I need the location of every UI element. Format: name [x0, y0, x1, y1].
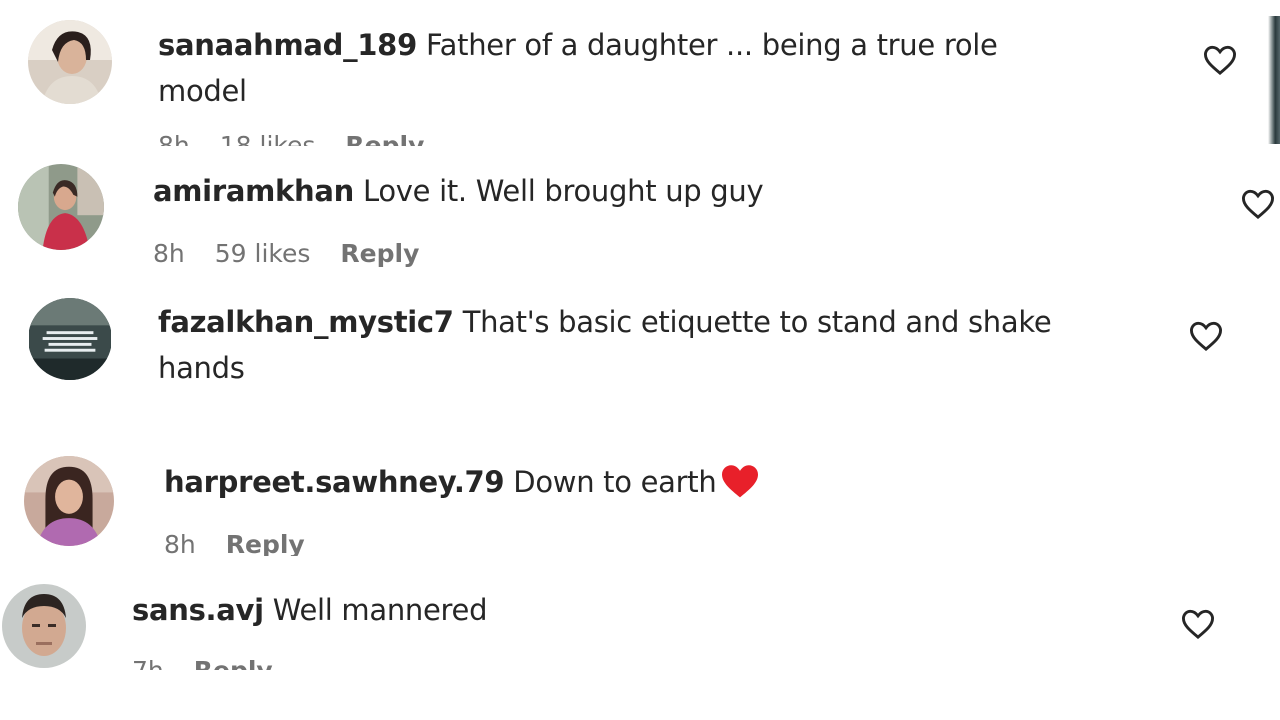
avatar[interactable] [28, 298, 112, 380]
comment-text-line: fazalkhan_mystic7 That's basic etiquette … [158, 299, 1052, 345]
heart-outline-icon[interactable] [1202, 44, 1238, 76]
reply-button[interactable]: Reply [194, 656, 273, 670]
comment-text: Love it. Well brought up guy [362, 174, 764, 208]
avatar[interactable] [2, 584, 86, 668]
comment-text: That's basic etiquette to stand and shak… [462, 305, 1052, 339]
username-link[interactable]: sans.avj [132, 593, 264, 627]
comment-meta: 8h 18 likes Reply [158, 131, 454, 146]
profile-photo-woman-icon [28, 20, 112, 104]
heart-outline-icon[interactable] [1188, 320, 1224, 352]
username-link[interactable]: amiramkhan [153, 174, 354, 208]
comment-likes[interactable]: 18 likes [220, 131, 316, 146]
heart-outline-icon[interactable] [1240, 188, 1276, 220]
scrollbar[interactable] [1268, 16, 1280, 144]
reply-button[interactable]: Reply [340, 239, 419, 268]
comment-text-line: sans.avj Well mannered [132, 587, 488, 633]
comment-meta: 8h Reply [164, 530, 335, 556]
comment-item-harpreet: harpreet.sawhney.79 Down to earth 8h Reply [0, 446, 1280, 556]
heart-outline-icon[interactable] [1180, 608, 1216, 640]
comment-item-fazalkhan: fazalkhan_mystic7 That's basic etiquette … [0, 284, 1280, 424]
comment-text: model [158, 74, 247, 108]
comment-time: 8h [153, 239, 185, 268]
comment-text-line: harpreet.sawhney.79 Down to earth [164, 459, 760, 505]
comment-text-line: sanaahmad_189 Father of a daughter ... be… [158, 22, 998, 68]
comment-time: 7h [132, 656, 164, 670]
comment-text-line: model [158, 68, 247, 114]
comment-text: Father of a daughter ... being a true ro… [425, 28, 998, 62]
comment-time: 8h [158, 131, 190, 146]
comment-text: Down to earth [513, 465, 717, 499]
comment-text-line: hands [158, 345, 245, 391]
comment-meta: 7h Reply [132, 656, 303, 670]
comment-item-sans-avj: sans.avjWell mannered 7h Reply [0, 576, 1280, 670]
profile-photo-woman-icon [18, 164, 104, 250]
comment-meta: 8h 59 likes Reply [153, 239, 449, 268]
profile-photo-man-icon [2, 584, 86, 668]
comment-text-line: amiramkhan Love it. Well brought up guy [153, 168, 764, 214]
red-heart-emoji-icon [720, 463, 760, 499]
avatar[interactable] [24, 456, 114, 546]
username-link[interactable]: harpreet.sawhney.79 [164, 465, 505, 499]
reply-button[interactable]: Reply [226, 530, 305, 556]
avatar[interactable] [28, 20, 112, 104]
comment-text: Well mannered [272, 593, 488, 627]
profile-photo-woman-icon [24, 456, 114, 546]
comment-likes[interactable]: 59 likes [215, 239, 311, 268]
profile-photo-text-graphic-icon [29, 298, 111, 380]
comment-text: hands [158, 351, 245, 385]
reply-button[interactable]: Reply [345, 131, 424, 146]
avatar[interactable] [18, 164, 104, 250]
username-link[interactable]: fazalkhan_mystic7 [158, 305, 454, 339]
comment-item-sanaahmad: sanaahmad_189 Father of a daughter ... be… [0, 0, 1280, 146]
comment-time: 8h [164, 530, 196, 556]
username-link[interactable]: sanaahmad_189 [158, 28, 417, 62]
comment-item-amiramkhan: amiramkhan Love it. Well brought up guy 8… [0, 148, 1280, 272]
